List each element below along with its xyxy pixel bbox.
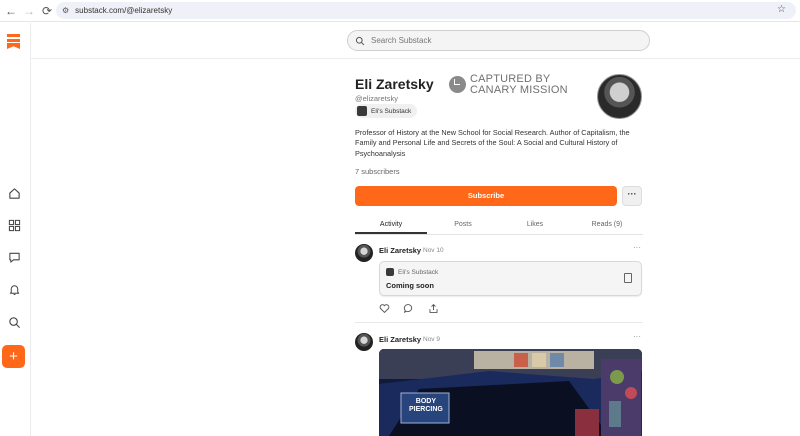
- more-options-button[interactable]: ···: [622, 186, 642, 206]
- site-settings-icon[interactable]: ⚙: [62, 6, 69, 15]
- watermark-line-2: CANARY MISSION: [470, 84, 568, 96]
- subscriber-count[interactable]: 7 subscribers: [355, 167, 400, 176]
- post-date: Nov 10: [423, 247, 444, 254]
- publication-avatar: [357, 106, 367, 116]
- bookmark-icon[interactable]: [624, 273, 632, 283]
- forward-icon[interactable]: →: [20, 0, 38, 22]
- browser-toolbar: ← → ⟳ ⚙ substack.com/@elizaretsky ☆: [0, 0, 800, 22]
- canary-mission-watermark: CAPTURED BY CANARY MISSION: [449, 74, 568, 96]
- substack-logo-icon[interactable]: [7, 34, 20, 49]
- embed-title[interactable]: Coming soon: [386, 281, 434, 290]
- header-divider: [31, 58, 800, 59]
- search-icon[interactable]: [5, 313, 23, 331]
- post-author[interactable]: Eli Zaretsky: [379, 246, 421, 255]
- tab-reads[interactable]: Reads (9): [571, 217, 643, 234]
- profile-handle: @elizaretsky: [355, 94, 399, 103]
- tab-likes[interactable]: Likes: [499, 217, 571, 234]
- author-avatar[interactable]: [355, 333, 373, 351]
- embed-publication: Eli's Substack: [386, 268, 438, 276]
- create-post-button[interactable]: +: [2, 345, 25, 368]
- feed-divider: [355, 322, 643, 323]
- post-author[interactable]: Eli Zaretsky: [379, 335, 421, 344]
- profile-avatar[interactable]: [597, 74, 642, 119]
- body-piercing-sign: BODY PIERCING: [409, 398, 443, 413]
- address-bar[interactable]: ⚙ substack.com/@elizaretsky ☆: [56, 2, 796, 19]
- publication-name[interactable]: Eli's Substack: [371, 108, 411, 115]
- like-heart-icon[interactable]: [378, 302, 390, 314]
- comment-icon[interactable]: [402, 302, 414, 314]
- profile-tabs: Activity Posts Likes Reads (9): [355, 217, 643, 235]
- url-text[interactable]: substack.com/@elizaretsky: [75, 6, 172, 15]
- clock-icon: [449, 76, 466, 93]
- bookmark-star-icon[interactable]: ☆: [777, 4, 786, 15]
- left-sidebar: +: [0, 23, 31, 436]
- home-icon[interactable]: [5, 184, 23, 202]
- profile-bio: Professor of History at the New School f…: [355, 128, 630, 158]
- subscribe-button[interactable]: Subscribe: [355, 186, 617, 206]
- search-placeholder[interactable]: Search Substack: [371, 36, 431, 45]
- search-input[interactable]: Search Substack: [347, 30, 650, 51]
- search-icon: [355, 36, 365, 45]
- author-avatar[interactable]: [355, 244, 373, 262]
- tab-posts[interactable]: Posts: [427, 217, 499, 234]
- notifications-bell-icon[interactable]: [5, 280, 23, 298]
- post-menu-button[interactable]: ···: [633, 332, 641, 341]
- post-date: Nov 9: [423, 336, 440, 343]
- publication-chip[interactable]: Eli's Substack: [355, 104, 418, 118]
- reload-icon[interactable]: ⟳: [38, 0, 56, 22]
- tab-activity[interactable]: Activity: [355, 217, 427, 234]
- share-icon[interactable]: [427, 302, 439, 314]
- explore-grid-icon[interactable]: [5, 216, 23, 234]
- post-image[interactable]: BODY PIERCING: [379, 349, 642, 436]
- profile-name: Eli Zaretsky: [355, 76, 434, 92]
- embed-publication-name: Eli's Substack: [398, 268, 439, 276]
- post-menu-button[interactable]: ···: [633, 243, 641, 252]
- back-icon[interactable]: ←: [2, 0, 20, 22]
- publication-avatar: [386, 268, 394, 276]
- chat-icon[interactable]: [5, 248, 23, 266]
- embedded-post-card[interactable]: Eli's Substack Coming soon: [379, 261, 642, 296]
